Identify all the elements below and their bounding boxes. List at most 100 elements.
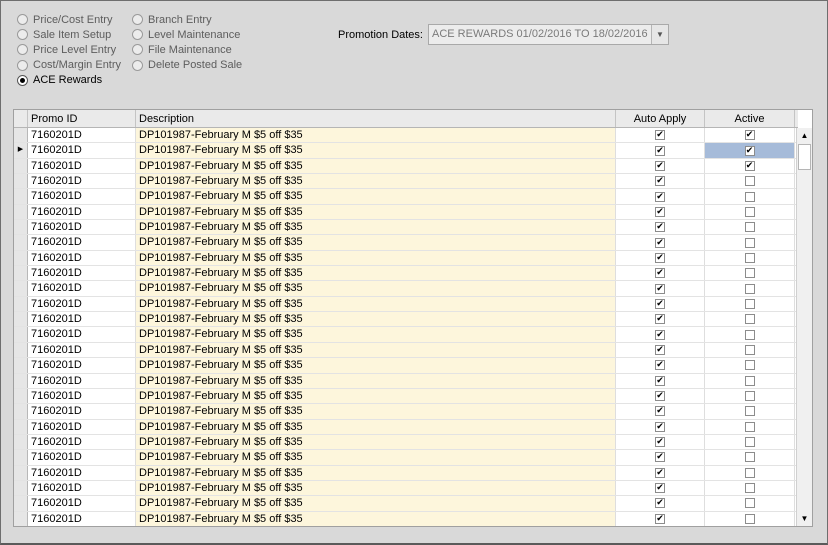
active-cell[interactable] <box>705 204 795 220</box>
active-cell[interactable] <box>705 480 795 496</box>
auto-apply-cell[interactable]: ✔ <box>616 158 705 174</box>
active-checkbox[interactable] <box>744 513 755 524</box>
auto-apply-cell[interactable]: ✔ <box>616 434 705 450</box>
cell-description[interactable]: DP101987-February M $5 off $35 <box>136 496 616 511</box>
cell-description[interactable]: DP101987-February M $5 off $35 <box>136 204 616 220</box>
cell-promo-id[interactable]: 7160201D <box>28 220 136 235</box>
row-selector[interactable] <box>14 312 28 327</box>
row-pointer-icon[interactable]: ▶ <box>14 143 28 158</box>
active-cell[interactable]: ✔ <box>705 143 795 158</box>
radio-button-icon[interactable] <box>132 44 143 56</box>
auto-apply-cell[interactable]: ✔ <box>616 189 705 204</box>
auto-apply-checkbox[interactable]: ✔ <box>655 130 665 141</box>
table-row[interactable]: 7160201D DP101987-February M $5 off $35 ✔ <box>14 404 798 420</box>
cell-promo-id[interactable]: 7160201D <box>28 419 136 434</box>
auto-apply-cell[interactable]: ✔ <box>616 204 705 220</box>
auto-apply-checkbox[interactable]: ✔ <box>655 467 665 478</box>
row-selector[interactable] <box>14 220 28 235</box>
active-cell[interactable]: ✔ <box>705 128 795 143</box>
active-cell[interactable] <box>705 312 795 327</box>
cell-description[interactable]: DP101987-February M $5 off $35 <box>136 128 616 143</box>
row-selector[interactable] <box>14 128 28 143</box>
auto-apply-cell[interactable]: ✔ <box>616 250 705 266</box>
cell-description[interactable]: DP101987-February M $5 off $35 <box>136 465 616 480</box>
cell-promo-id[interactable]: 7160201D <box>28 266 136 281</box>
table-row[interactable]: ▶ 7160201D DP101987-February M $5 off $35 ✔… <box>14 143 798 159</box>
active-cell[interactable] <box>705 450 795 465</box>
row-selector[interactable] <box>14 373 28 388</box>
table-row[interactable]: 7160201D DP101987-February M $5 off $35 ✔ <box>14 220 798 236</box>
radio-option[interactable]: Branch Entry <box>132 12 242 27</box>
active-checkbox[interactable] <box>744 252 755 263</box>
table-row[interactable]: 7160201D DP101987-February M $5 off $35 ✔ <box>14 342 798 359</box>
auto-apply-checkbox[interactable]: ✔ <box>655 437 665 448</box>
cell-description[interactable]: DP101987-February M $5 off $35 <box>136 312 616 327</box>
auto-apply-cell[interactable]: ✔ <box>616 388 705 404</box>
cell-promo-id[interactable]: 7160201D <box>28 250 136 266</box>
row-selector[interactable] <box>14 465 28 480</box>
radio-button-icon[interactable] <box>132 59 143 71</box>
cell-description[interactable]: DP101987-February M $5 off $35 <box>136 235 616 250</box>
promotions-grid[interactable]: Promo ID Description Auto Apply Active 7… <box>13 109 813 527</box>
active-cell[interactable] <box>705 174 795 189</box>
active-cell[interactable] <box>705 404 795 419</box>
active-cell[interactable] <box>705 511 795 526</box>
row-selector[interactable] <box>14 204 28 220</box>
auto-apply-cell[interactable]: ✔ <box>616 327 705 342</box>
promotion-dates-dropdown[interactable]: ACE REWARDS 01/02/2016 TO 18/02/2016 ▼ <box>428 24 669 45</box>
auto-apply-cell[interactable]: ✔ <box>616 128 705 143</box>
auto-apply-checkbox[interactable]: ✔ <box>655 329 665 340</box>
active-checkbox[interactable] <box>744 437 755 448</box>
active-cell[interactable] <box>705 358 795 373</box>
auto-apply-checkbox[interactable]: ✔ <box>655 283 665 294</box>
cell-promo-id[interactable]: 7160201D <box>28 450 136 465</box>
table-row[interactable]: 7160201D DP101987-February M $5 off $35 ✔ ✔ <box>14 128 798 144</box>
table-row[interactable]: 7160201D DP101987-February M $5 off $35 ✔ <box>14 511 798 526</box>
cell-promo-id[interactable]: 7160201D <box>28 496 136 511</box>
column-header-description[interactable]: Description <box>136 110 616 127</box>
radio-option[interactable]: Delete Posted Sale <box>132 58 242 73</box>
row-selector[interactable] <box>14 511 28 526</box>
auto-apply-cell[interactable]: ✔ <box>616 373 705 388</box>
chevron-down-icon[interactable]: ▼ <box>651 25 668 44</box>
auto-apply-checkbox[interactable]: ✔ <box>655 237 665 248</box>
auto-apply-checkbox[interactable]: ✔ <box>655 421 665 432</box>
auto-apply-cell[interactable]: ✔ <box>616 312 705 327</box>
auto-apply-cell[interactable]: ✔ <box>616 450 705 465</box>
scroll-down-icon[interactable]: ▼ <box>797 511 812 526</box>
auto-apply-checkbox[interactable]: ✔ <box>655 191 665 202</box>
cell-description[interactable]: DP101987-February M $5 off $35 <box>136 373 616 388</box>
row-selector[interactable] <box>14 266 28 281</box>
radio-button-icon[interactable] <box>132 29 143 41</box>
cell-description[interactable]: DP101987-February M $5 off $35 <box>136 158 616 174</box>
row-selector[interactable] <box>14 388 28 404</box>
active-checkbox[interactable] <box>744 421 755 432</box>
auto-apply-checkbox[interactable]: ✔ <box>655 268 665 279</box>
active-checkbox[interactable] <box>744 283 755 294</box>
active-checkbox[interactable] <box>744 176 755 187</box>
cell-promo-id[interactable]: 7160201D <box>28 327 136 342</box>
auto-apply-checkbox[interactable]: ✔ <box>655 406 665 417</box>
table-row[interactable]: 7160201D DP101987-February M $5 off $35 ✔ <box>14 496 798 512</box>
cell-description[interactable]: DP101987-February M $5 off $35 <box>136 434 616 450</box>
table-row[interactable]: 7160201D DP101987-February M $5 off $35 ✔ <box>14 465 798 481</box>
cell-promo-id[interactable]: 7160201D <box>28 358 136 373</box>
table-row[interactable]: 7160201D DP101987-February M $5 off $35 ✔ <box>14 480 798 497</box>
auto-apply-checkbox[interactable]: ✔ <box>655 176 665 187</box>
cell-promo-id[interactable]: 7160201D <box>28 388 136 404</box>
auto-apply-checkbox[interactable]: ✔ <box>655 222 665 233</box>
active-checkbox[interactable] <box>744 391 755 402</box>
auto-apply-cell[interactable]: ✔ <box>616 511 705 526</box>
table-row[interactable]: 7160201D DP101987-February M $5 off $35 ✔ <box>14 388 798 405</box>
cell-description[interactable]: DP101987-February M $5 off $35 <box>136 480 616 496</box>
auto-apply-checkbox[interactable]: ✔ <box>655 498 665 509</box>
auto-apply-cell[interactable]: ✔ <box>616 281 705 296</box>
cell-promo-id[interactable]: 7160201D <box>28 128 136 143</box>
active-checkbox[interactable] <box>744 314 755 325</box>
radio-option[interactable]: Price/Cost Entry <box>17 12 121 27</box>
auto-apply-cell[interactable]: ✔ <box>616 419 705 434</box>
table-row[interactable]: 7160201D DP101987-February M $5 off $35 ✔ <box>14 266 798 282</box>
radio-button-icon[interactable] <box>17 29 28 41</box>
active-checkbox[interactable] <box>744 406 755 417</box>
row-selector[interactable] <box>14 281 28 296</box>
